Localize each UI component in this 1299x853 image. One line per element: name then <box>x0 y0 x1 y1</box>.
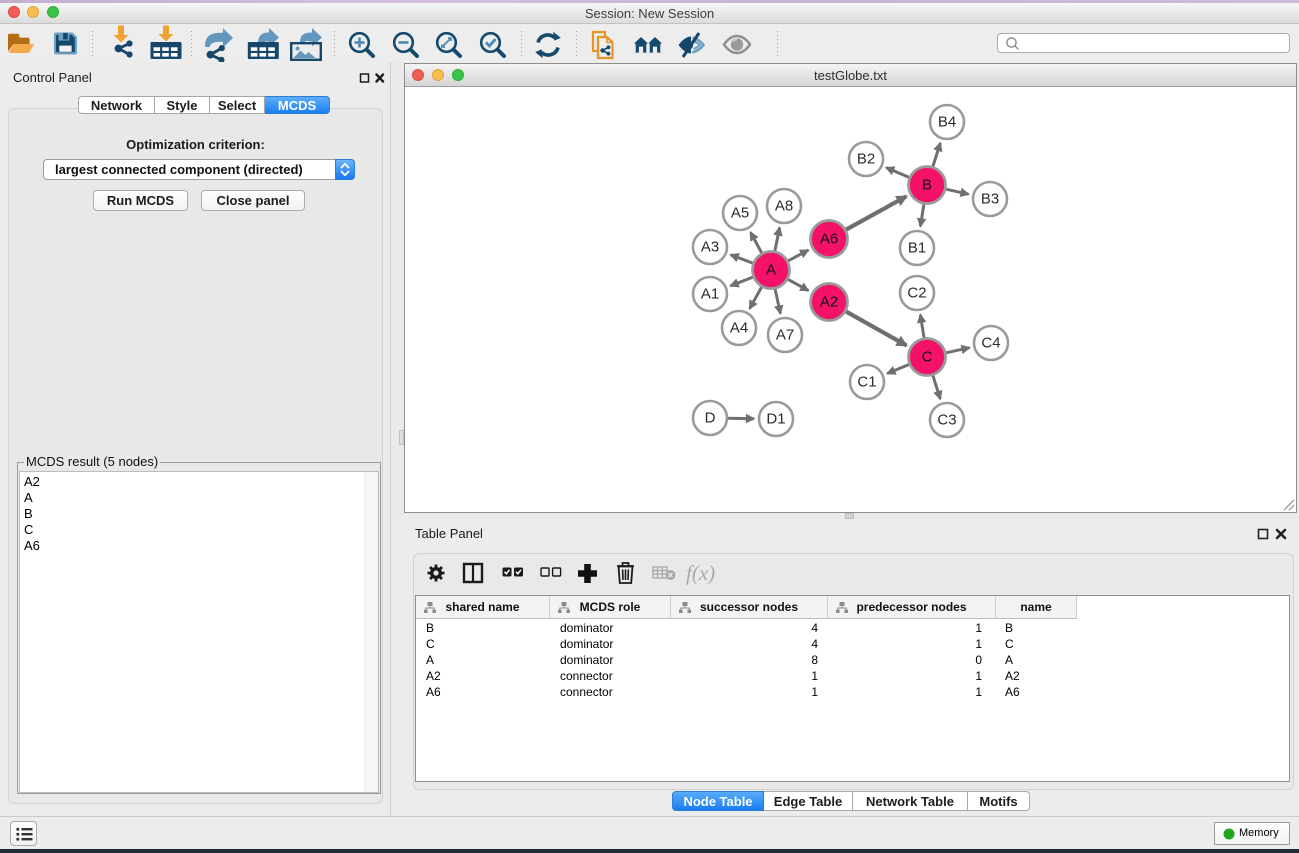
svg-text:A6: A6 <box>820 231 838 248</box>
svg-text:D1: D1 <box>766 411 785 428</box>
svg-text:A7: A7 <box>776 327 794 344</box>
svg-text:C2: C2 <box>907 285 926 302</box>
svg-text:B: B <box>922 177 932 194</box>
svg-text:B1: B1 <box>908 240 926 257</box>
svg-text:A: A <box>766 262 776 279</box>
svg-text:A2: A2 <box>820 294 838 311</box>
svg-text:A4: A4 <box>730 320 748 337</box>
svg-text:D: D <box>705 410 716 427</box>
svg-text:A3: A3 <box>701 239 719 256</box>
svg-text:B3: B3 <box>981 191 999 208</box>
svg-text:C: C <box>922 349 933 366</box>
svg-text:A1: A1 <box>701 286 719 303</box>
svg-text:B2: B2 <box>857 151 875 168</box>
svg-text:A8: A8 <box>775 198 793 215</box>
svg-text:B4: B4 <box>938 114 956 131</box>
svg-text:A5: A5 <box>731 205 749 222</box>
svg-text:C4: C4 <box>981 335 1000 352</box>
svg-text:C1: C1 <box>857 374 876 391</box>
svg-text:C3: C3 <box>937 412 956 429</box>
